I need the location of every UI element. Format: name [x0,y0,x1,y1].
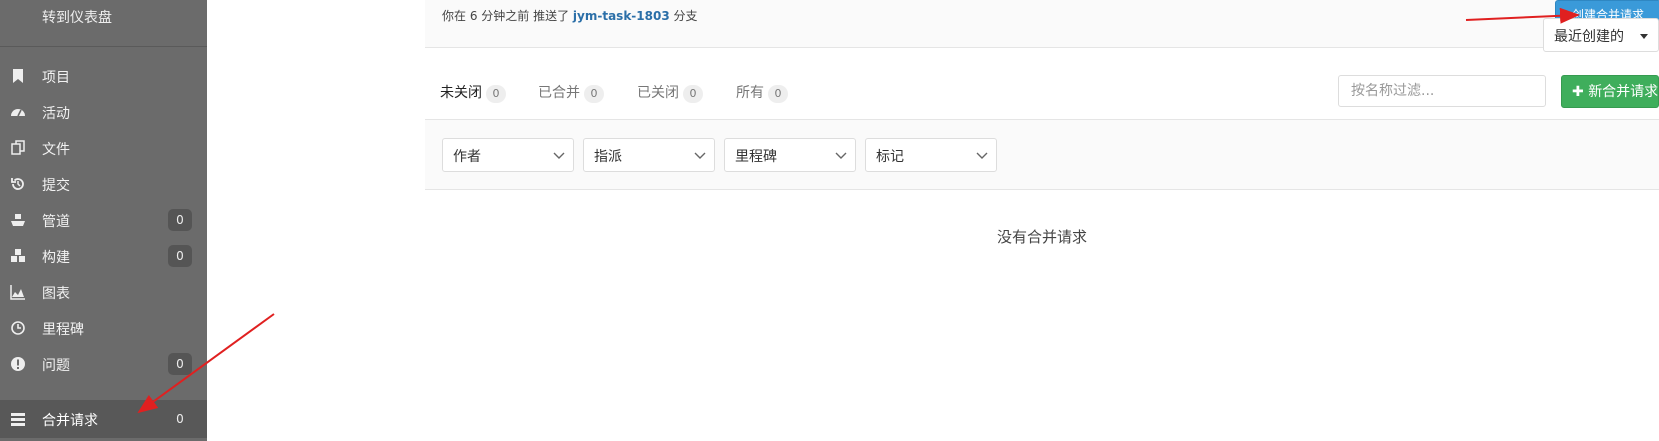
sidebar-item-files[interactable]: 文件 [0,129,207,167]
sidebar-item-commits[interactable]: 提交 [0,165,207,203]
new-merge-request-button[interactable]: ✚ 新合并请求 [1561,75,1659,108]
tasks-icon [11,413,25,426]
chevron-down-icon [835,152,847,159]
history-icon [11,178,24,190]
sidebar-item-graphs[interactable]: 图表 [0,273,207,311]
sidebar-item-label: 活动 [42,106,70,122]
ship-icon [11,214,25,226]
dropdown-label: 作者 [453,149,481,165]
tab-count-badge: 0 [683,85,703,103]
sidebar-item-label: 管道 [42,214,70,230]
sort-dropdown[interactable]: 最近创建的 [1543,18,1659,52]
sidebar-item-label: 项目 [42,70,70,86]
assignee-dropdown[interactable]: 指派 [583,138,715,172]
chevron-down-icon [694,152,706,159]
push-notice-prefix: 你在 6 分钟之前 推送了 [442,9,570,23]
count-badge: 0 [168,209,192,231]
dropdown-label: 指派 [594,149,622,165]
tab-merged[interactable]: 已合并 0 [523,72,623,120]
filter-bar: 作者 指派 里程碑 标记 [425,120,1659,190]
count-badge: 0 [176,412,184,426]
tab-count-badge: 0 [584,85,604,103]
push-notice-bar: 你在 6 分钟之前 推送了 jym-task-1803 分支 [425,0,1659,48]
sidebar-item-label: 图表 [42,286,70,302]
sidebar-item-label: 提交 [42,178,70,194]
tab-count-badge: 0 [486,85,506,103]
tab-closed[interactable]: 已关闭 0 [622,72,722,120]
sidebar-item-label: 文件 [42,142,70,158]
annotation-arrows [137,7,1580,414]
clock-icon [11,321,25,335]
area-chart-icon [10,285,25,300]
count-badge: 0 [168,245,192,267]
dropdown-label: 里程碑 [735,149,777,165]
chevron-down-icon [976,152,988,159]
sidebar-item-builds[interactable]: 构建 0 [0,237,207,275]
dashboard-icon [11,109,25,117]
bookmark-icon [13,69,23,83]
sidebar-item-label: 问题 [42,358,70,374]
tab-opened[interactable]: 未关闭 0 [425,72,522,122]
sidebar-item-label: 构建 [42,250,70,266]
branch-link[interactable]: jym-task-1803 [573,9,670,23]
new-merge-request-label: 新合并请求 [1588,84,1659,100]
cubes-icon [11,249,25,262]
sidebar-item-milestones[interactable]: 里程碑 [0,309,207,347]
dashboard-link[interactable]: 转到仪表盘 [0,0,207,47]
push-notice-text: 你在 6 分钟之前 推送了 jym-task-1803 分支 [442,7,698,24]
empty-state-message: 没有合并请求 [996,228,1087,246]
sidebar-item-issues[interactable]: 问题 0 [0,345,207,383]
push-notice-suffix: 分支 [673,9,698,23]
sort-label: 最近创建的 [1554,29,1624,45]
milestone-dropdown[interactable]: 里程碑 [724,138,856,172]
tab-label: 所有 [736,85,764,101]
tab-label: 已关闭 [637,85,679,101]
sidebar-item-pipelines[interactable]: 管道 0 [0,201,207,239]
caret-down-icon [1640,34,1648,39]
tab-all[interactable]: 所有 0 [721,72,801,120]
files-icon [11,140,25,155]
count-badge: 0 [168,353,192,375]
tab-label: 未关闭 [440,85,482,101]
sidebar: 转到仪表盘 项目 活动 文件 提交 管道 0 构建 0 图表 里程碑 问题 0 [0,0,207,441]
dashboard-link-label: 转到仪表盘 [42,10,112,26]
author-dropdown[interactable]: 作者 [442,138,574,172]
filter-by-name-input[interactable]: 按名称过滤... [1338,75,1546,107]
sidebar-item-projects[interactable]: 项目 [0,57,207,95]
sidebar-item-activity[interactable]: 活动 [0,93,207,131]
sidebar-item-label: 里程碑 [42,322,84,338]
tab-count-badge: 0 [768,85,788,103]
dropdown-label: 标记 [876,149,904,165]
tab-label: 已合并 [538,85,580,101]
chevron-down-icon [553,152,565,159]
sidebar-item-merge-requests[interactable]: 合并请求 0 [0,400,207,438]
plus-icon: ✚ [1572,84,1584,100]
label-dropdown[interactable]: 标记 [865,138,997,172]
exclamation-circle-icon [11,357,25,371]
sidebar-item-label: 合并请求 [42,413,98,429]
